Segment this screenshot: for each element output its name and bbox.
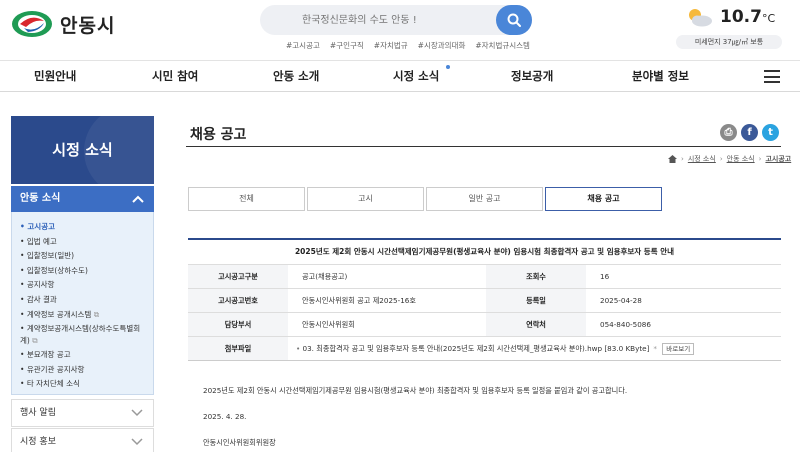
sidebar-submenu: • 고시공고 • 입법 예고 • 입찰정보(일반) • 입찰정보(상하수도) •… <box>11 212 154 395</box>
sidebar-section-label: 행사 알림 <box>20 408 56 418</box>
weather-icon <box>689 9 712 27</box>
sidebar-item[interactable]: • 타 자치단체 소식 <box>20 378 153 390</box>
breadcrumb-current[interactable]: 고시공고 <box>765 154 791 164</box>
meta-value: 054-840-5086 <box>586 312 781 337</box>
quick-link[interactable]: #시장과의대화 <box>418 40 466 51</box>
facebook-icon[interactable]: f <box>741 124 758 141</box>
logo-text: 안동시 <box>60 14 116 37</box>
table-row: 고시공고번호 안동시인사위원회 공고 제2025-16호 등록일 2025-04… <box>188 288 781 313</box>
post-body-paragraph: 2025년도 제2회 안동시 시간선택제임기제공무원 임용시험(평생교육사 분야… <box>203 386 628 395</box>
nav-item-news[interactable]: 시정 소식 <box>393 61 439 92</box>
meta-value: 안동시인사위원회 공고 제2025-16호 <box>288 288 486 313</box>
quick-links: #고시공고 #구인구직 #자치법규 #시장과의대화 #자치법규시스템 <box>286 40 530 51</box>
meta-label: 고시공고번호 <box>188 288 288 313</box>
tab-all[interactable]: 전체 <box>188 187 305 211</box>
attachment-cell: • 03. 최종합격자 공고 및 임용후보자 등록 안내(2025년도 제2회 … <box>288 336 781 361</box>
search-button[interactable] <box>496 5 532 35</box>
meta-label: 고시공고구분 <box>188 264 288 289</box>
tab-notice[interactable]: 고시 <box>307 187 424 211</box>
page-title: 채용 공고 <box>190 127 247 143</box>
category-tabs: 전체 고시 일반 공고 채용 공고 <box>188 187 664 211</box>
quick-link[interactable]: #자치법규시스템 <box>475 40 530 51</box>
meta-label: 등록일 <box>486 288 586 313</box>
weather-widget: 10.7°C <box>684 6 775 28</box>
breadcrumb-item[interactable]: 안동 소식 <box>727 154 755 164</box>
sidebar-item-notice[interactable]: • 고시공고 <box>20 221 153 233</box>
logo-mark-icon <box>12 11 52 37</box>
main-navigation: 민원안내 시민 참여 안동 소개 시정 소식 정보공개 분야별 정보 <box>0 60 800 92</box>
search-input[interactable] <box>260 5 496 35</box>
quick-link[interactable]: #고시공고 <box>286 40 320 51</box>
fine-dust-badge: 미세먼지 37㎍/㎥ 보통 <box>676 35 782 49</box>
print-icon[interactable]: ⎙ <box>720 124 737 141</box>
sidebar-section-label: 안동 소식 <box>20 193 61 204</box>
post-body-signature: 안동시인사위원회위원장 <box>203 438 276 447</box>
sidebar-item[interactable]: • 공지사항 <box>20 279 153 291</box>
sidebar-section-header[interactable]: 안동 소식 <box>11 186 154 212</box>
nav-item-civil-service[interactable]: 민원안내 <box>34 61 76 92</box>
sidebar-section-pr[interactable]: 시정 홍보 <box>11 428 154 452</box>
meta-label: 조회수 <box>486 264 586 289</box>
attachment-link[interactable]: 03. 최종합격자 공고 및 임용후보자 등록 안내(2025년도 제2회 시간… <box>303 344 650 353</box>
meta-value: 공고(채용공고) <box>288 264 486 289</box>
nav-active-dot <box>446 65 450 69</box>
nav-item-info[interactable]: 정보공개 <box>511 61 553 92</box>
sidebar-section-label: 시정 홍보 <box>20 437 56 447</box>
table-row: 첨부파일 • 03. 최종합격자 공고 및 임용후보자 등록 안내(2025년도… <box>188 336 781 361</box>
tab-general[interactable]: 일반 공고 <box>426 187 543 211</box>
site-header: 안동시 #고시공고 #구인구직 #자치법규 #시장과의대화 #자치법규시스템 1… <box>0 0 800 60</box>
table-row: 고시공고구분 공고(채용공고) 조회수 16 <box>188 264 781 289</box>
sidebar-section-events[interactable]: 행사 알림 <box>11 399 154 427</box>
chevron-up-icon <box>132 195 144 203</box>
meta-value: 안동시인사위원회 <box>288 312 486 337</box>
preview-button[interactable]: 바로보기 <box>662 342 695 355</box>
tab-recruitment[interactable]: 채용 공고 <box>545 187 662 211</box>
table-row: 담당부서 안동시인사위원회 연락처 054-840-5086 <box>188 312 781 337</box>
meta-label: 첨부파일 <box>188 336 288 361</box>
breadcrumb-item[interactable]: 시정 소식 <box>688 154 716 164</box>
quick-link[interactable]: #자치법규 <box>374 40 408 51</box>
temperature: 10.7°C <box>720 7 776 27</box>
sidebar-item[interactable]: • 유관기관 공지사항 <box>20 364 153 376</box>
breadcrumb: › 시정 소식 › 안동 소식 › 고시공고 <box>668 154 791 164</box>
title-divider <box>186 146 781 147</box>
sidebar-item[interactable]: • 계약정보 공개시스템 ⧉ <box>20 309 153 321</box>
meta-label: 연락처 <box>486 312 586 337</box>
search-icon <box>507 13 521 27</box>
post-title: 2025년도 제2회 안동시 시간선택제임기제공무원(평생교육사 분야) 임용시… <box>294 247 675 256</box>
nav-item-fields[interactable]: 분야별 정보 <box>632 61 689 92</box>
post-meta-table: 고시공고구분 공고(채용공고) 조회수 16 고시공고번호 안동시인사위원회 공… <box>188 264 781 361</box>
nav-item-citizen[interactable]: 시민 참여 <box>152 61 198 92</box>
sidebar-item[interactable]: • 분묘개장 공고 <box>20 349 153 361</box>
sidebar-item[interactable]: • 입찰정보(상하수도) <box>20 265 153 277</box>
meta-value: 16 <box>586 264 781 289</box>
site-logo[interactable]: 안동시 <box>10 9 115 39</box>
external-link-icon: ⧉ <box>32 335 38 345</box>
post-body-date: 2025. 4. 28. <box>203 412 247 421</box>
twitter-icon[interactable]: t <box>762 124 779 141</box>
chevron-down-icon <box>131 409 143 417</box>
nav-item-about[interactable]: 안동 소개 <box>273 61 319 92</box>
sidebar-banner: 시정 소식 <box>11 116 154 184</box>
meta-value: 2025-04-28 <box>586 288 781 313</box>
sidebar-item[interactable]: • 입찰정보(일반) <box>20 250 153 262</box>
sidebar-title: 시정 소식 <box>52 141 113 159</box>
quick-link[interactable]: #구인구직 <box>330 40 364 51</box>
meta-label: 담당부서 <box>188 312 288 337</box>
sidebar-item[interactable]: • 계약정보공개시스템(상하수도특별회계) ⧉ <box>20 323 145 346</box>
menu-icon[interactable] <box>764 70 780 83</box>
sidebar-item[interactable]: • 감사 결과 <box>20 294 153 306</box>
external-link-icon: ⧉ <box>93 309 100 319</box>
chevron-down-icon <box>131 438 143 446</box>
sidebar-item[interactable]: • 입법 예고 <box>20 236 153 248</box>
search-bar <box>260 5 532 35</box>
home-icon[interactable] <box>668 155 677 163</box>
